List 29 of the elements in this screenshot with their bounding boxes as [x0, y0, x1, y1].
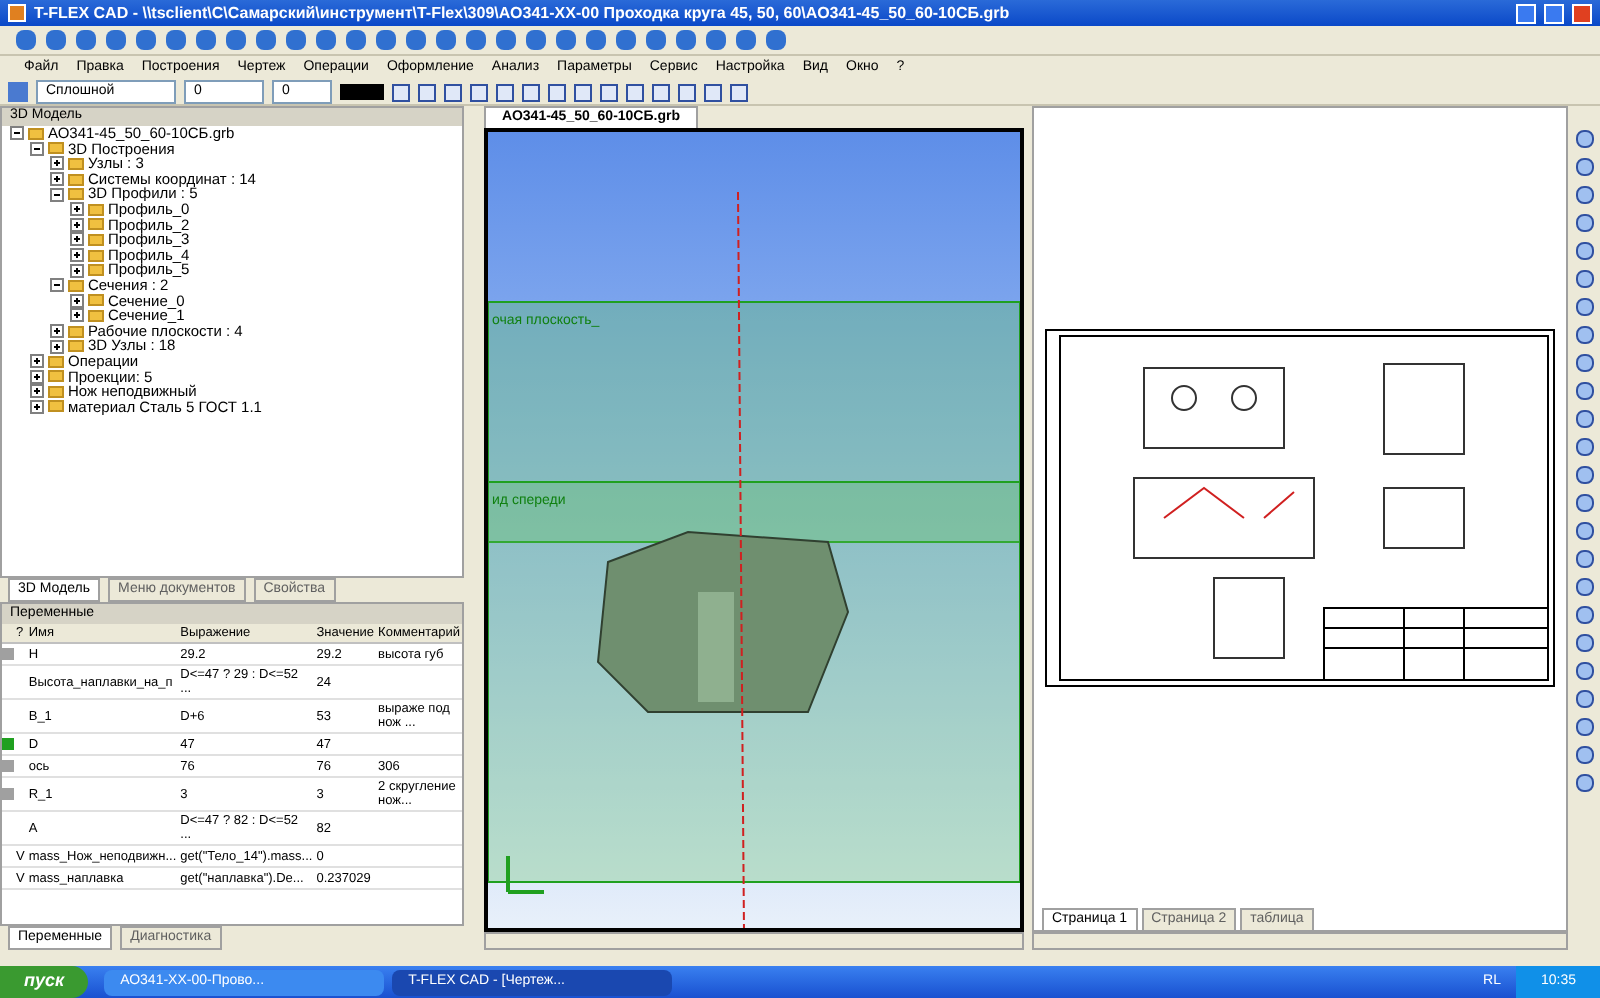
axis-triad-icon: [506, 854, 546, 894]
expand-icon[interactable]: [70, 202, 84, 217]
scroll-bar[interactable]: [1032, 932, 1568, 950]
app-icon: [8, 4, 26, 22]
collapse-icon[interactable]: [50, 187, 64, 202]
expand-icon[interactable]: [30, 369, 44, 384]
expand-icon[interactable]: [50, 156, 64, 171]
collapse-icon[interactable]: [50, 278, 64, 293]
expand-icon[interactable]: [50, 339, 64, 354]
collapse-icon[interactable]: [30, 141, 44, 156]
expand-icon[interactable]: [70, 263, 84, 278]
expand-icon[interactable]: [50, 324, 64, 339]
expand-icon[interactable]: [30, 354, 44, 369]
maximize-button[interactable]: [1544, 3, 1564, 23]
window-title: T-FLEX CAD - \\tsclient\C\Самарский\инструмент\T-Flex\309\АО341-ХХ-00 Проходка круга 45, 50, 60\АО341-45_50_60-10СБ.grb: [34, 1, 1012, 25]
expand-icon[interactable]: [70, 308, 84, 323]
expand-icon[interactable]: [50, 172, 64, 187]
expand-icon[interactable]: [30, 399, 44, 414]
expand-icon[interactable]: [70, 217, 84, 232]
start-button[interactable]: пуск: [0, 966, 89, 998]
scroll-bar[interactable]: [484, 932, 1024, 950]
expand-icon[interactable]: [70, 248, 84, 263]
collapse-icon[interactable]: [10, 126, 24, 141]
color-swatch[interactable]: [340, 84, 384, 100]
expand-icon[interactable]: [70, 293, 84, 308]
minimize-button[interactable]: [1516, 3, 1536, 23]
close-button[interactable]: [1572, 3, 1592, 23]
expand-icon[interactable]: [70, 232, 84, 247]
expand-icon[interactable]: [30, 384, 44, 399]
